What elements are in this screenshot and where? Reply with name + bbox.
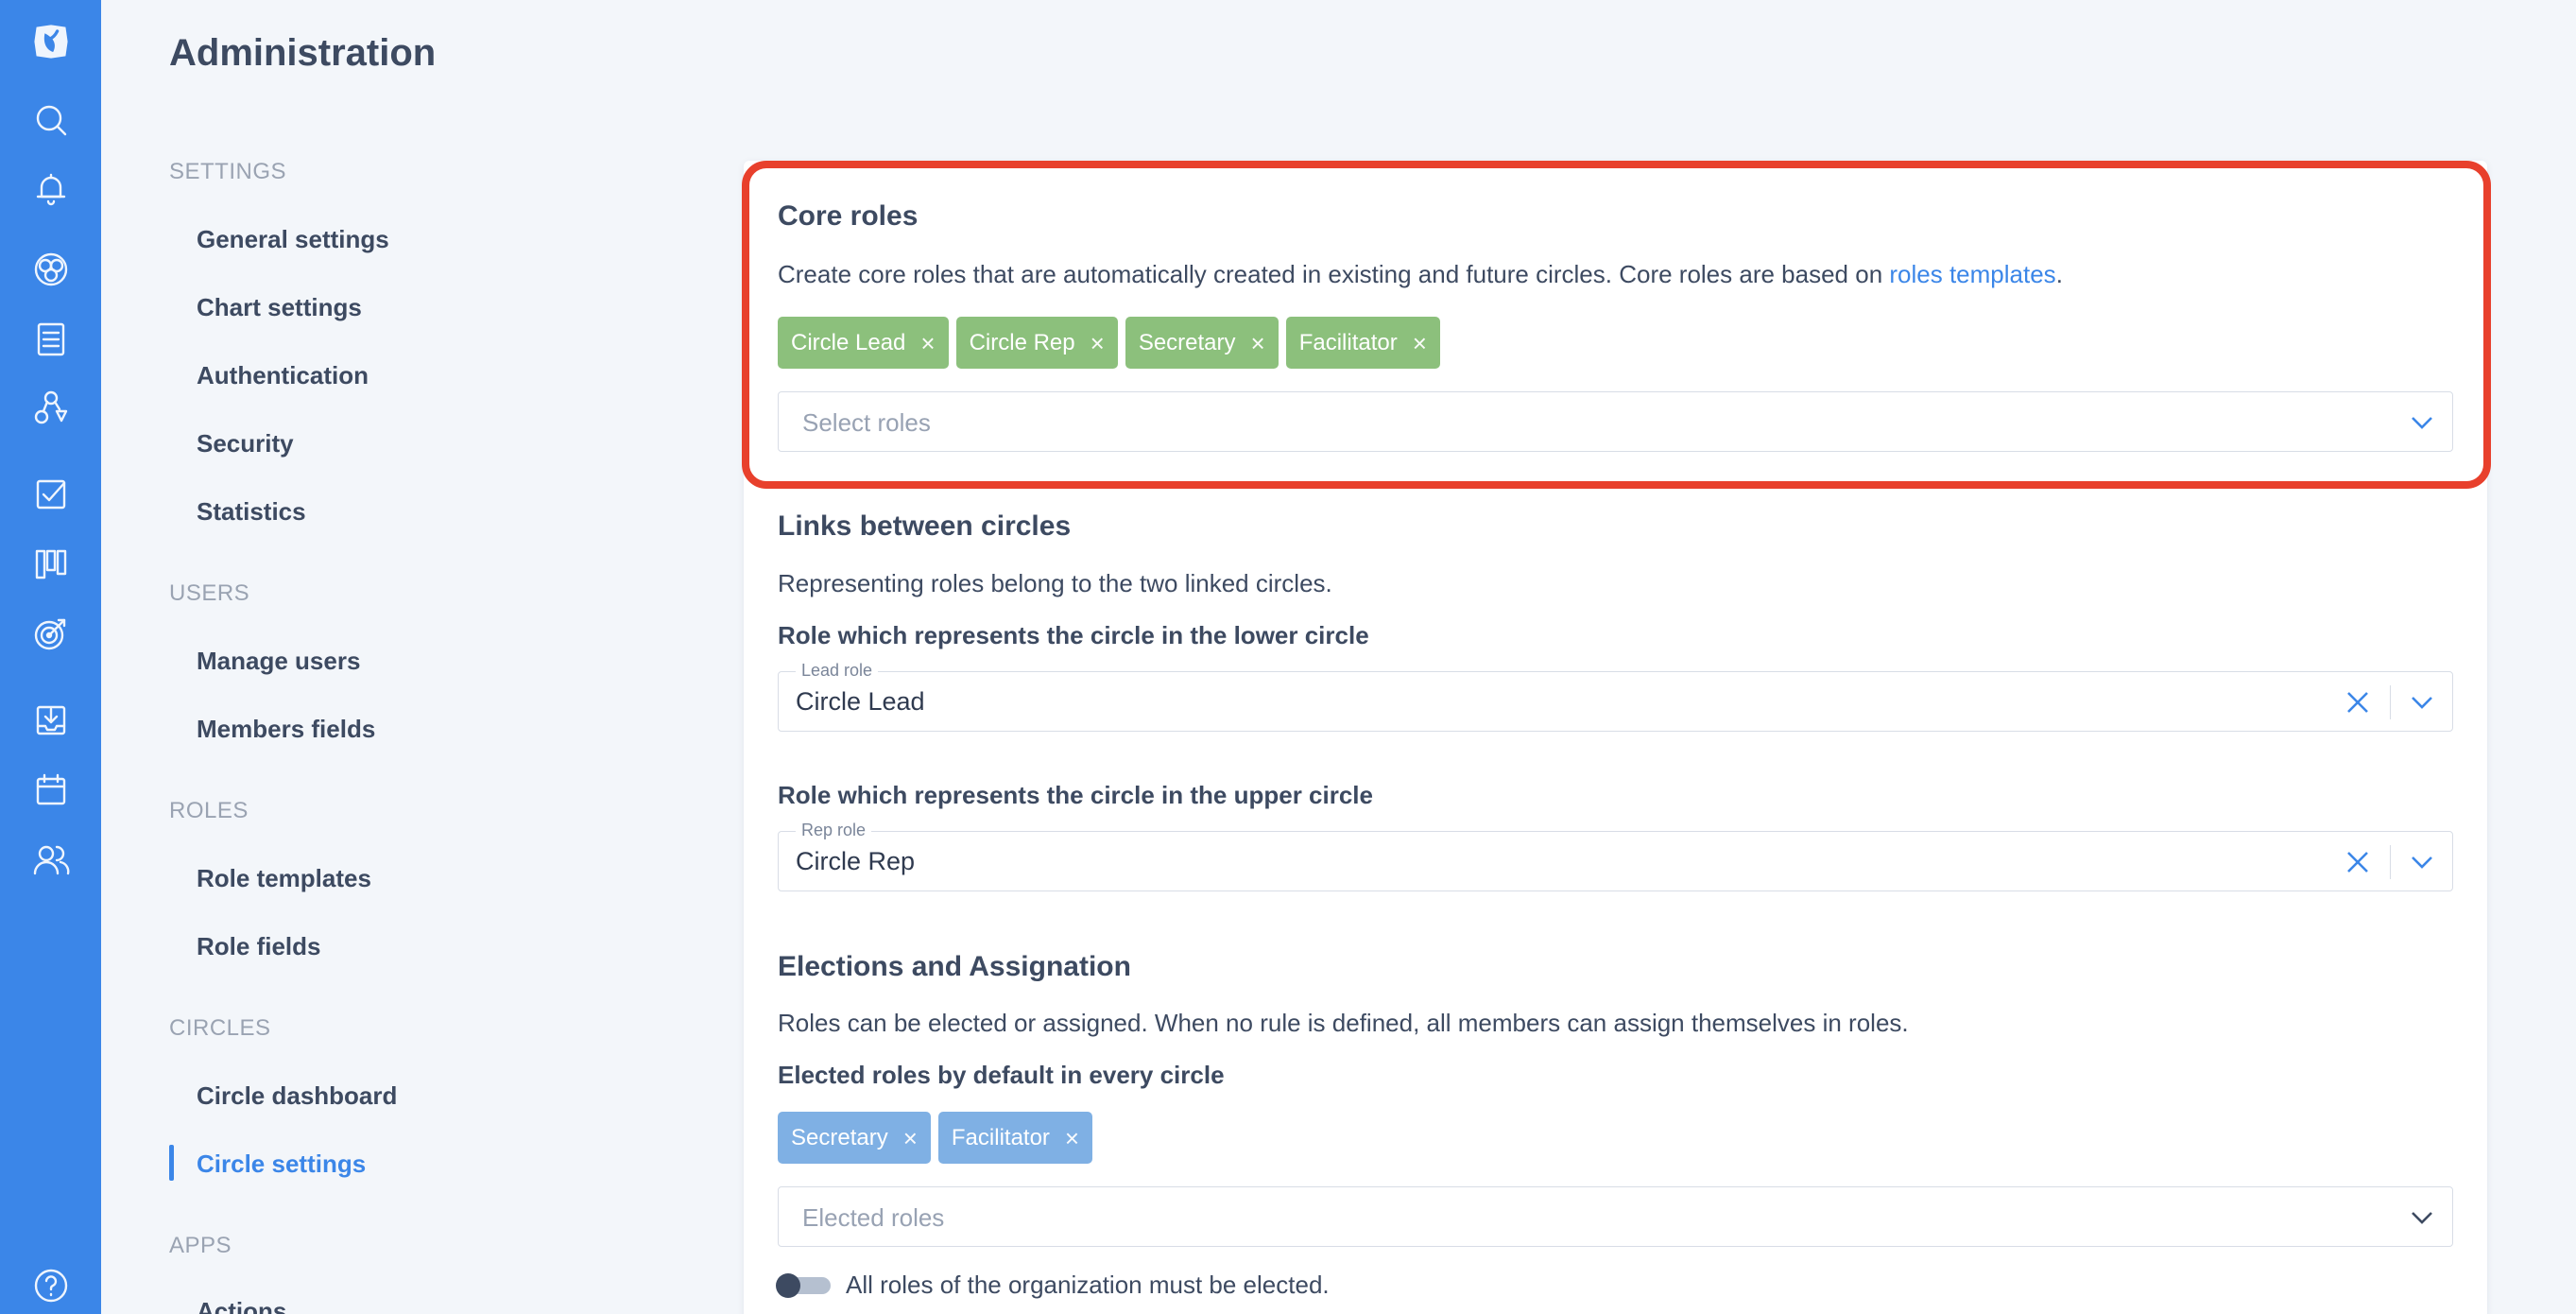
nav-item-authentication[interactable]: Authentication bbox=[197, 361, 369, 390]
nav-item-role-templates[interactable]: Role templates bbox=[197, 864, 371, 893]
remove-chip-icon[interactable]: × bbox=[1413, 331, 1427, 355]
nav-item-circle-dashboard[interactable]: Circle dashboard bbox=[197, 1081, 397, 1111]
elected-role-chip: Secretary × bbox=[778, 1112, 931, 1164]
elections-title: Elections and Assignation bbox=[778, 951, 1131, 982]
links-title: Links between circles bbox=[778, 510, 1072, 542]
lead-role-label: Lead role bbox=[796, 661, 879, 681]
users-icon[interactable] bbox=[30, 839, 72, 881]
all-roles-elected-label: All roles of the organization must be el… bbox=[846, 1271, 1330, 1299]
roles-icon[interactable] bbox=[30, 387, 72, 428]
nav-section-users: USERS bbox=[169, 580, 250, 606]
nav-item-role-fields[interactable]: Role fields bbox=[197, 932, 320, 961]
remove-chip-icon[interactable]: × bbox=[903, 1126, 918, 1150]
remove-chip-icon[interactable]: × bbox=[920, 331, 935, 355]
all-roles-elected-row: All roles of the organization must be el… bbox=[776, 1271, 1330, 1300]
toggle-knob bbox=[776, 1272, 800, 1298]
core-role-chip: Facilitator × bbox=[1285, 317, 1440, 369]
nav-item-chart-settings[interactable]: Chart settings bbox=[197, 293, 362, 322]
chevron-down-icon[interactable] bbox=[2409, 409, 2435, 436]
active-indicator bbox=[169, 1145, 174, 1181]
core-role-chip: Circle Rep × bbox=[955, 317, 1118, 369]
circles-icon[interactable] bbox=[30, 249, 72, 290]
roles-templates-link[interactable]: roles templates bbox=[1889, 260, 2055, 288]
core-roles-chips: Circle Lead × Circle Rep × Secretary × Faci… bbox=[778, 317, 1440, 369]
nav-section-apps: APPS bbox=[169, 1233, 232, 1258]
rep-role-select[interactable]: Rep role Circle Rep bbox=[778, 821, 2453, 891]
rep-role-label: Rep role bbox=[796, 821, 872, 840]
remove-chip-icon[interactable]: × bbox=[1065, 1126, 1079, 1150]
calendar-icon[interactable] bbox=[30, 769, 72, 811]
target-icon[interactable] bbox=[30, 613, 72, 654]
lower-circle-title: Role which represents the circle in the … bbox=[778, 621, 1369, 649]
logo-icon[interactable] bbox=[30, 21, 72, 62]
nav-item-manage-users[interactable]: Manage users bbox=[197, 647, 360, 676]
nav-section-circles: CIRCLES bbox=[169, 1015, 271, 1041]
document-icon[interactable] bbox=[30, 319, 72, 360]
chevron-down-icon[interactable] bbox=[2409, 849, 2435, 875]
bell-icon[interactable] bbox=[30, 168, 72, 210]
select-roles-placeholder: Select roles bbox=[802, 408, 931, 437]
core-role-chip: Secretary × bbox=[1125, 317, 1279, 369]
nav-item-circle-settings[interactable]: Circle settings bbox=[197, 1150, 366, 1179]
select-roles-dropdown[interactable]: Select roles bbox=[778, 391, 2453, 452]
elected-roles-dropdown[interactable]: Elected roles bbox=[778, 1186, 2453, 1247]
links-description: Representing roles belong to the two lin… bbox=[778, 569, 1332, 597]
select-divider bbox=[2390, 845, 2391, 879]
checkbox-icon[interactable] bbox=[30, 474, 72, 515]
lead-role-value: Circle Lead bbox=[796, 687, 925, 716]
search-icon[interactable] bbox=[30, 99, 72, 141]
core-roles-title: Core roles bbox=[778, 200, 919, 232]
nav-item-actions[interactable]: Actions bbox=[197, 1297, 286, 1314]
page-title: Administration bbox=[169, 32, 437, 74]
board-icon[interactable] bbox=[30, 544, 72, 585]
upper-circle-title: Role which represents the circle in the … bbox=[778, 781, 1373, 809]
clear-icon[interactable] bbox=[2343, 687, 2373, 718]
elections-description: Roles can be elected or assigned. When n… bbox=[778, 1009, 1909, 1037]
rep-role-value: Circle Rep bbox=[796, 847, 916, 875]
remove-chip-icon[interactable]: × bbox=[1251, 331, 1265, 355]
remove-chip-icon[interactable]: × bbox=[1091, 331, 1105, 355]
select-divider bbox=[2390, 685, 2391, 719]
chevron-down-icon[interactable] bbox=[2409, 1204, 2435, 1231]
clear-icon[interactable] bbox=[2343, 847, 2373, 877]
core-role-chip: Circle Lead × bbox=[778, 317, 949, 369]
elected-roles-placeholder: Elected roles bbox=[802, 1203, 945, 1232]
chevron-down-icon[interactable] bbox=[2409, 689, 2435, 716]
all-roles-elected-toggle[interactable] bbox=[776, 1272, 831, 1298]
elected-roles-title: Elected roles by default in every circle bbox=[778, 1061, 1225, 1089]
nav-item-members-fields[interactable]: Members fields bbox=[197, 715, 375, 744]
nav-item-general-settings[interactable]: General settings bbox=[197, 225, 389, 254]
nav-section-roles: ROLES bbox=[169, 798, 249, 823]
core-roles-description: Create core roles that are automatically… bbox=[778, 260, 2063, 288]
lead-role-select[interactable]: Lead role Circle Lead bbox=[778, 661, 2453, 732]
icon-rail bbox=[0, 0, 101, 1314]
nav-item-statistics[interactable]: Statistics bbox=[197, 497, 306, 527]
elected-roles-chips: Secretary × Facilitator × bbox=[778, 1112, 1093, 1164]
nav-section-settings: SETTINGS bbox=[169, 159, 287, 184]
help-icon[interactable] bbox=[30, 1265, 72, 1306]
nav-item-security[interactable]: Security bbox=[197, 429, 294, 458]
elected-role-chip: Facilitator × bbox=[937, 1112, 1093, 1164]
inbox-icon[interactable] bbox=[30, 700, 72, 741]
